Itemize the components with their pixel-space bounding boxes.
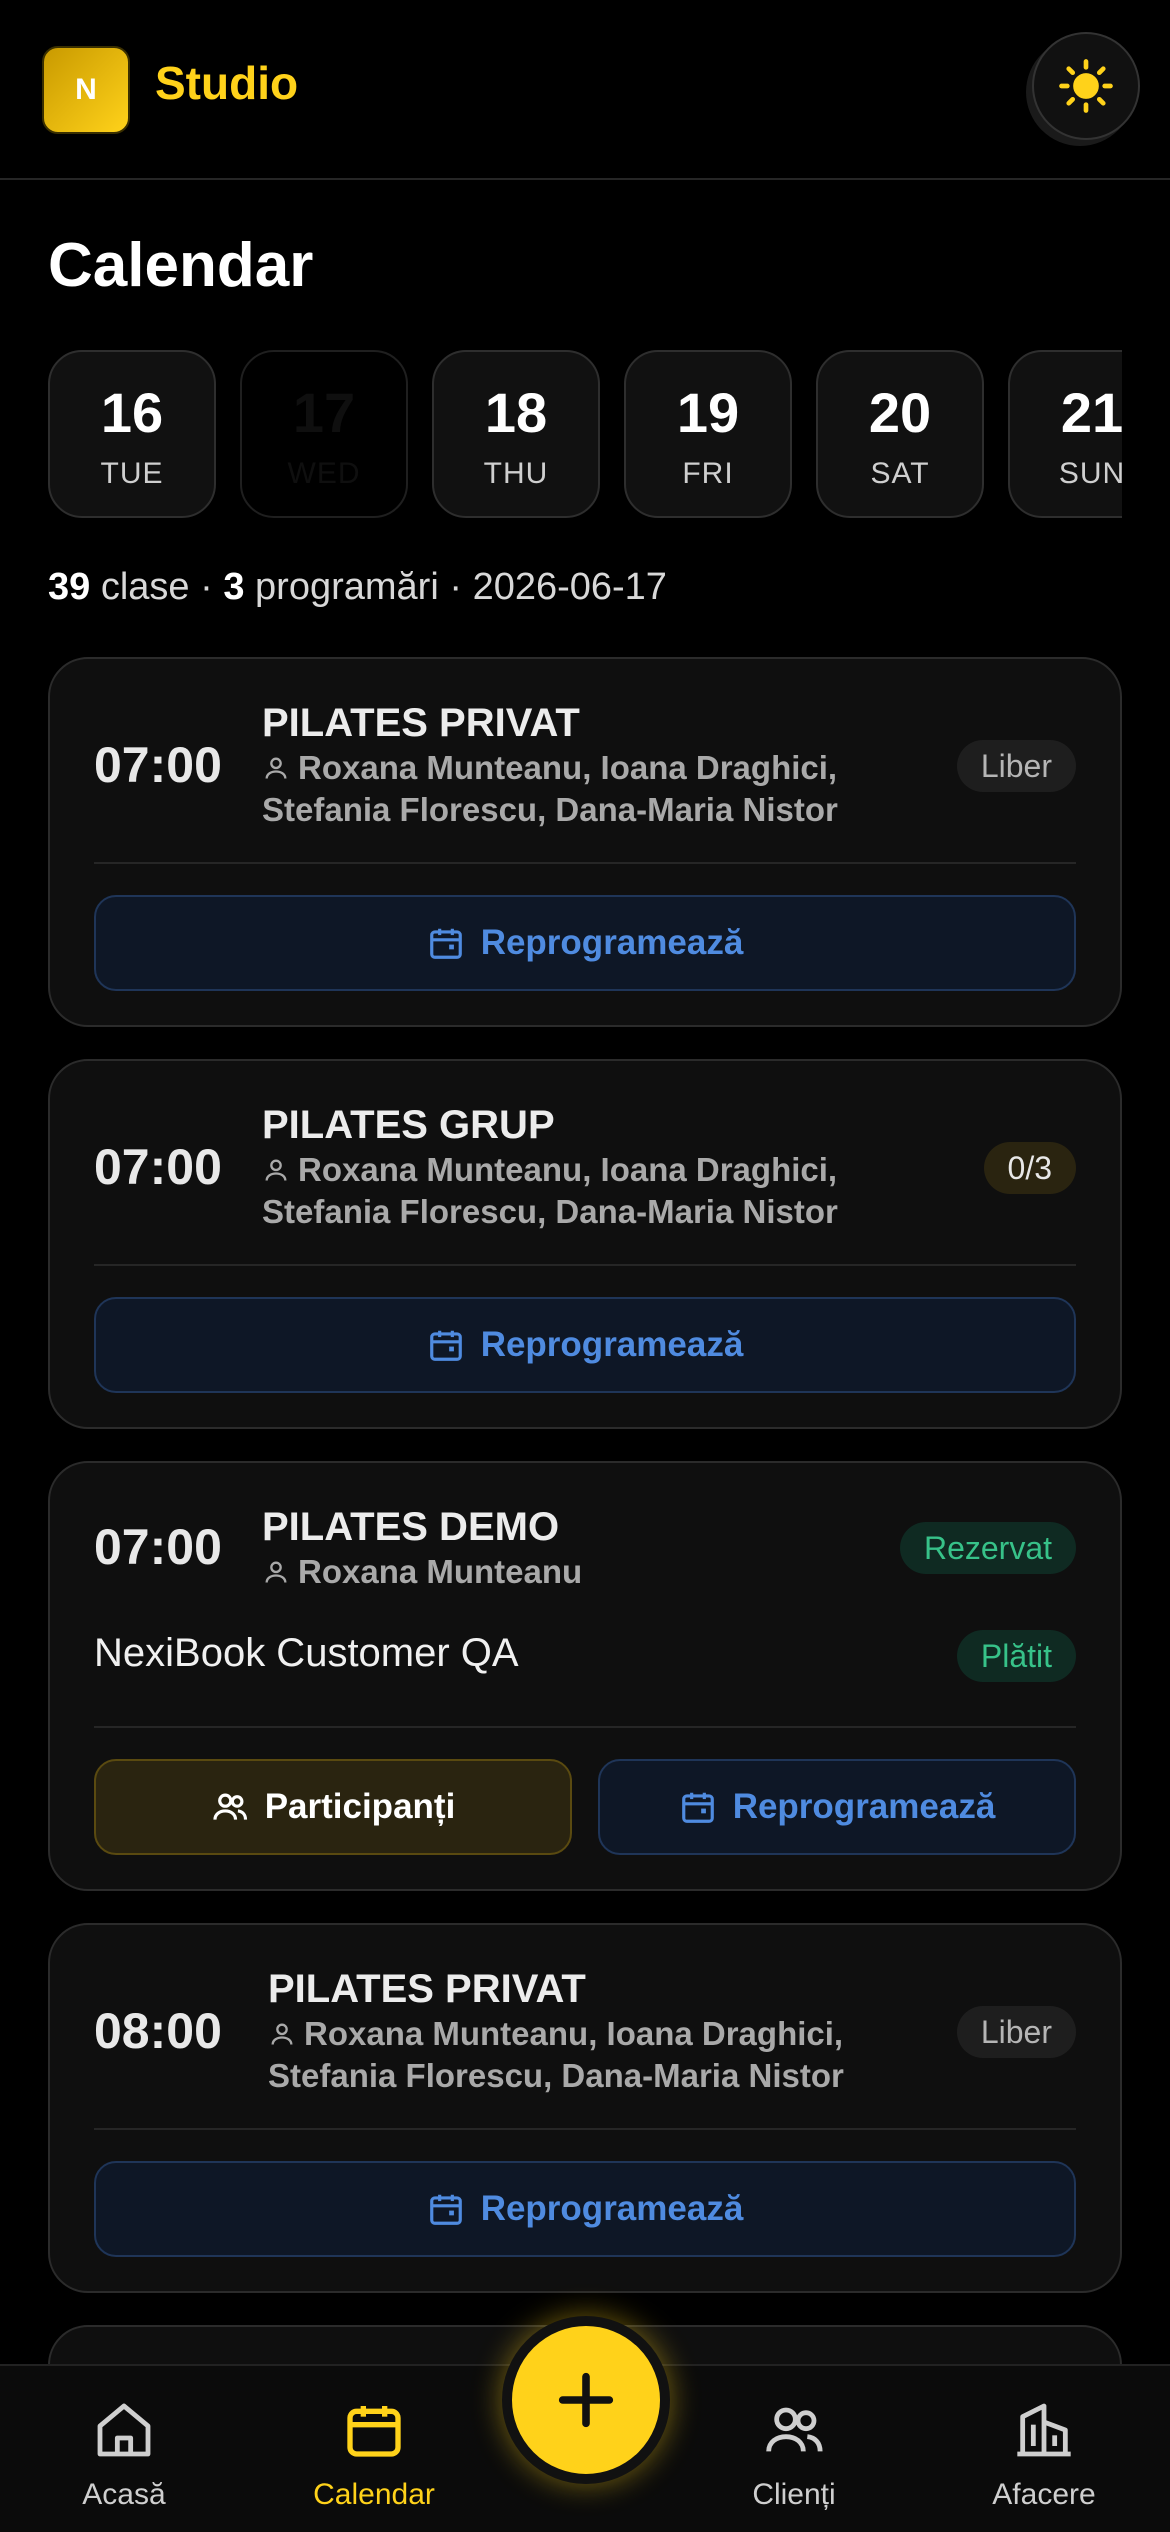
class-instructors: Roxana Munteanu, Ioana Draghici, Stefani… (262, 747, 902, 831)
divider (94, 862, 1076, 864)
calendar-icon (429, 1330, 462, 1361)
class-name: PILATES PRIVAT (268, 1967, 586, 2011)
brand-title: Studio (155, 57, 299, 109)
reschedule-label: Reprogramează (480, 1325, 744, 1364)
classes-count: 39 (48, 566, 91, 608)
users-icon (213, 1793, 247, 1820)
class-time: 07:00 (94, 737, 222, 793)
class-card-booked[interactable]: 07:00 PILATES DEMO Roxana Munteanu Rezer… (48, 1461, 1122, 1891)
instructors-text: Roxana Munteanu, Ioana Draghici, Stefani… (268, 2015, 844, 2094)
capacity-badge: 0/3 (983, 1142, 1076, 1194)
day-item[interactable]: 18 THU (432, 350, 600, 518)
participants-label: Participanți (264, 1787, 456, 1826)
reschedule-label: Reprogramează (480, 923, 744, 962)
page-title: Calendar (48, 231, 314, 300)
nav-calendar-label: Calendar (313, 2478, 435, 2511)
class-time: 07:00 (94, 1139, 222, 1195)
app-header: N Studio (0, 0, 1170, 180)
person-icon (265, 757, 287, 779)
class-name: PILATES GRUP (262, 1103, 555, 1147)
divider (94, 2128, 1076, 2130)
classes-label: clase (100, 566, 190, 608)
class-card[interactable]: 07:00 PILATES PRIVAT Roxana Munteanu, Io… (48, 657, 1122, 1027)
day-item[interactable]: 16 TUE (48, 350, 216, 518)
calendar-icon (347, 2406, 401, 2457)
home-icon (97, 2403, 151, 2457)
day-weekday: THU (483, 457, 549, 490)
sun-icon (1059, 59, 1113, 113)
reschedule-button[interactable]: Reprogramează (94, 1297, 1076, 1393)
day-weekday: TUE (100, 457, 164, 490)
nav-clients-label: Clienți (752, 2478, 836, 2511)
class-card[interactable]: 07:00 PILATES GRUP Roxana Munteanu, Ioan… (48, 1059, 1122, 1429)
reschedule-button[interactable]: Reprogramează (94, 895, 1076, 991)
day-selector: 16 TUE 17 WED 18 THU 19 FRI 20 SAT 21 SUN (48, 350, 1122, 520)
nav-home-label: Acasă (82, 2478, 166, 2511)
person-icon (265, 1561, 287, 1583)
calendar-icon (429, 2194, 462, 2225)
day-item[interactable]: 21 SUN (1008, 350, 1122, 518)
reschedule-button[interactable]: Reprogramează (598, 1759, 1076, 1855)
day-item-selected[interactable]: 17 WED (240, 350, 408, 518)
instructors-text: Roxana Munteanu, Ioana Draghici, Stefani… (262, 1151, 838, 1230)
day-summary: 39 clase · 3 programări · 2026-06-17 (48, 566, 667, 609)
class-name: PILATES DEMO (262, 1505, 560, 1549)
status-badge: Rezervat (899, 1522, 1076, 1574)
reschedule-button[interactable]: Reprogramează (94, 2161, 1076, 2257)
nav-business[interactable]: Afacere (944, 2366, 1144, 2532)
separator: · (449, 566, 462, 608)
class-name: PILATES PRIVAT (262, 701, 580, 745)
divider (94, 1264, 1076, 1266)
reschedule-label: Reprogramează (732, 1787, 996, 1826)
class-time: 08:00 (94, 2003, 222, 2059)
day-number: 21 (1060, 381, 1122, 444)
plus-icon (558, 2372, 614, 2428)
theme-toggle-button[interactable] (1032, 32, 1140, 140)
instructors-text: Roxana Munteanu (298, 1553, 583, 1590)
separator: · (200, 566, 213, 608)
day-weekday: FRI (682, 457, 734, 490)
customer-name: NexiBook Customer QA (94, 1631, 519, 1675)
day-item[interactable]: 19 FRI (624, 350, 792, 518)
class-instructors: Roxana Munteanu, Ioana Draghici, Stefani… (262, 1149, 902, 1233)
selected-date: 2026-06-17 (472, 566, 667, 608)
class-instructors: Roxana Munteanu (262, 1551, 902, 1593)
person-icon (265, 1159, 287, 1181)
day-weekday: SUN (1058, 457, 1122, 490)
divider (94, 1726, 1076, 1728)
person-icon (271, 2023, 293, 2045)
class-instructors: Roxana Munteanu, Ioana Draghici, Stefani… (268, 2013, 908, 2097)
status-badge: Liber (956, 740, 1076, 792)
calendar-icon (681, 1792, 714, 1823)
add-button[interactable] (502, 2316, 670, 2484)
day-weekday: WED (287, 457, 361, 490)
class-card[interactable]: 08:00 PILATES PRIVAT Roxana Munteanu, Io… (48, 1923, 1122, 2293)
nav-home[interactable]: Acasă (24, 2366, 224, 2532)
day-item[interactable]: 20 SAT (816, 350, 984, 518)
payment-badge: Plătit (956, 1630, 1076, 1682)
class-time: 07:00 (94, 1519, 222, 1575)
building-icon (1017, 2403, 1071, 2457)
day-number: 19 (676, 381, 740, 444)
calendar-icon (429, 928, 462, 959)
nav-business-label: Afacere (992, 2478, 1096, 2511)
day-number: 18 (484, 381, 548, 444)
users-icon (766, 2407, 823, 2452)
day-number: 17 (292, 381, 356, 444)
day-weekday: SAT (870, 457, 930, 490)
bookings-count: 3 (223, 566, 245, 608)
instructors-text: Roxana Munteanu, Ioana Draghici, Stefani… (262, 749, 838, 828)
reschedule-label: Reprogramează (480, 2189, 744, 2228)
logo[interactable]: N (42, 46, 130, 134)
nav-calendar[interactable]: Calendar (274, 2366, 474, 2532)
status-badge: Liber (956, 2006, 1076, 2058)
nav-clients[interactable]: Clienți (694, 2366, 894, 2532)
bookings-label: programări (255, 566, 439, 608)
logo-letter: N (75, 73, 97, 106)
day-number: 20 (868, 381, 932, 444)
participants-button[interactable]: Participanți (94, 1759, 572, 1855)
day-number: 16 (100, 381, 164, 444)
